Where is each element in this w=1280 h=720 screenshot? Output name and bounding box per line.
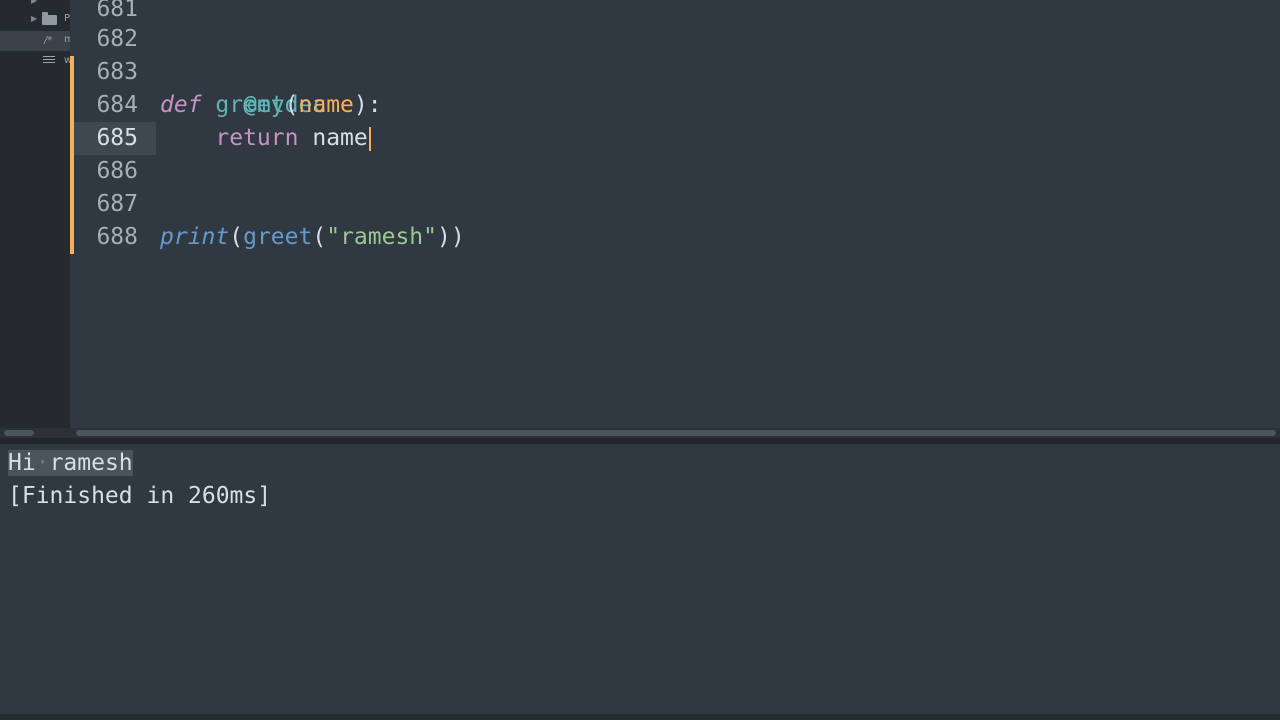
code-line-current[interactable]: 685 return name [74,122,1280,155]
folder-icon [42,12,57,25]
code-line[interactable]: 682 [74,23,1280,56]
function-call-token: greet [243,224,313,250]
line-number: 686 [96,158,138,184]
line-number: 682 [96,26,138,52]
parameter-token: name [298,92,354,118]
expand-arrow-icon[interactable]: ▶ [31,14,37,23]
sidebar-item-file[interactable]: w [0,52,70,72]
whitespace-marker: · [35,450,50,476]
code-text: def greet(name): [160,89,382,122]
output-word: Hi [8,450,36,476]
line-number: 688 [96,224,138,250]
code-line[interactable]: 688 print(greet("ramesh")) [74,221,1280,254]
code-line[interactable]: 686 [74,155,1280,188]
horizontal-scrollbar[interactable] [0,428,1280,438]
line-number: 684 [96,92,138,118]
output-line: Hi·ramesh [8,447,133,480]
sidebar-item-open-file[interactable]: /* m [0,31,70,51]
output-line: [Finished in 260ms] [8,483,272,509]
status-bar [0,714,1280,720]
paren-token: ( [284,92,299,118]
code-line[interactable]: 687 [74,188,1280,221]
text-cursor [368,126,371,151]
colon-token: : [367,92,382,118]
string-token: "ramesh" [326,224,437,250]
paren-token: ( [312,224,327,250]
keyword-token: return [215,125,299,151]
code-text: print(greet("ramesh")) [160,221,465,254]
code-editor[interactable]: 681 682 683 @mydec 684 def greet(name): … [70,0,1280,428]
paren-token: )) [437,224,465,250]
selected-text: Hi·ramesh [8,450,133,476]
paren-token: ) [353,92,368,118]
output-word: ramesh [49,450,133,476]
code-text: return name [160,122,371,155]
comment-icon: /* [44,35,53,46]
line-number: 683 [96,59,138,85]
variable-token: name [312,125,368,151]
file-sidebar: ▶ ▶ P /* m w [0,0,70,428]
sidebar-scrollbar-thumb[interactable] [4,430,34,436]
editor-scrollbar-thumb[interactable] [76,430,1276,436]
keyword-token: def [160,92,202,118]
expand-arrow-icon[interactable]: ▶ [31,0,37,5]
lines-icon [43,56,55,66]
indent-token [160,125,215,151]
build-output-panel[interactable]: Hi·ramesh [Finished in 260ms] [0,444,1280,714]
code-line[interactable]: 683 @mydec [74,56,1280,118]
function-name-token: greet [215,92,285,118]
code-line[interactable]: 684 def greet(name): [74,89,1280,122]
paren-token: ( [229,224,244,250]
sidebar-item-folder[interactable]: ▶ P [0,10,70,30]
line-number: 685 [74,122,156,155]
builtin-token: print [160,224,230,250]
line-number: 687 [96,191,138,217]
